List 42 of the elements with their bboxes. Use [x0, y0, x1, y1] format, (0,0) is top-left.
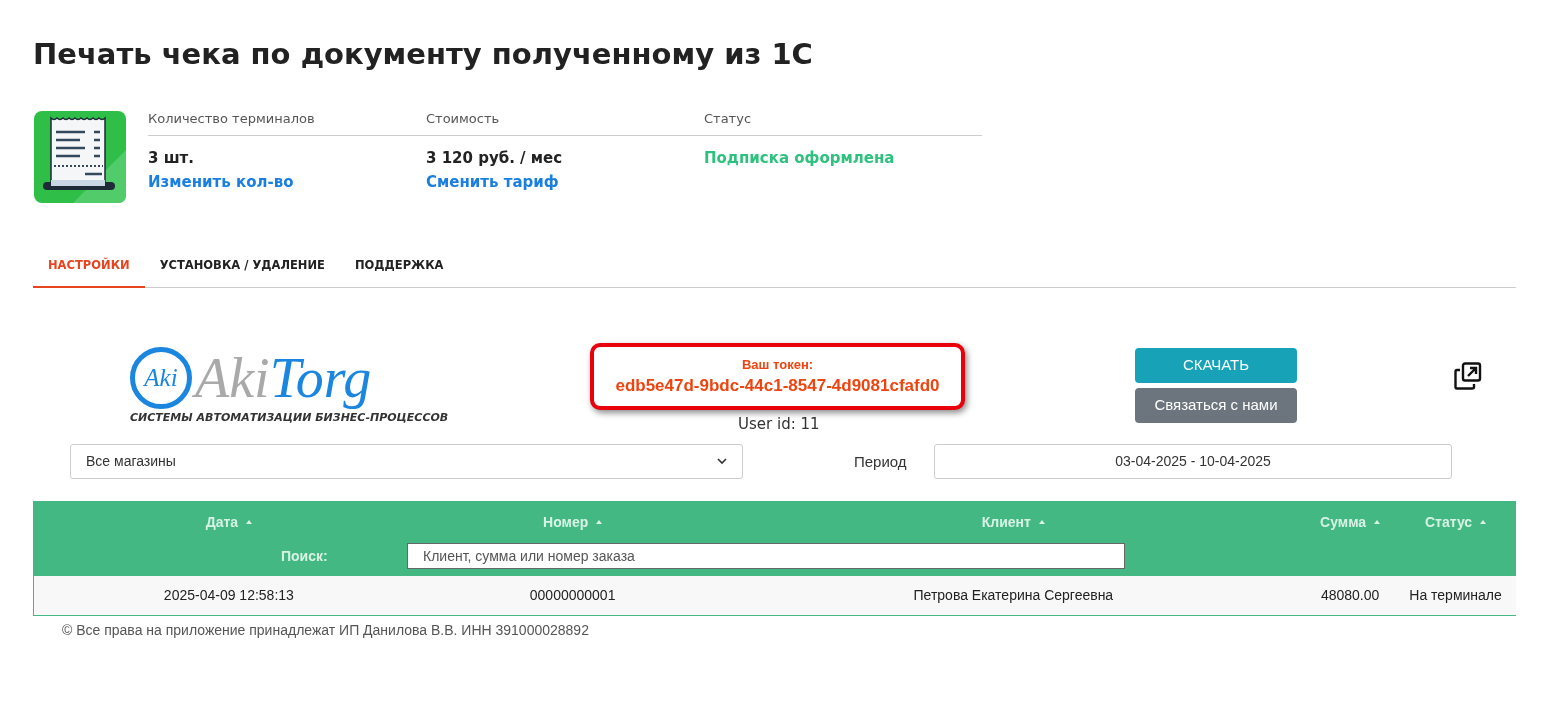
summary-value: 3 120 руб. / мес: [426, 148, 564, 169]
tab[interactable]: НАСТРОЙКИ: [33, 245, 145, 288]
change-link[interactable]: Сменить тариф: [426, 173, 559, 191]
search-field[interactable]: Клиент, сумма или номер заказа: [407, 543, 1125, 569]
column-header[interactable]: Клиент: [981, 511, 1031, 533]
company-logo: Aki AkiTorg СИСТЕМЫ АВТОМАТИЗАЦИИ БИЗНЕС-ПРОЦЕССОВ: [129, 346, 450, 426]
token-value: edb5e47d-9bdc-44c1-8547-4d9081cfafd0: [615, 374, 940, 397]
sort-icon[interactable]: [1038, 520, 1045, 524]
summary-label: Количество терминалов: [148, 108, 426, 136]
receipt-icon: [33, 110, 127, 204]
caret-icon: [717, 458, 727, 465]
period-label: Период: [854, 452, 907, 472]
external-window-icon[interactable]: [1454, 362, 1482, 390]
column-header[interactable]: Сумма: [1320, 511, 1367, 533]
token-label: Ваш токен:: [741, 355, 814, 374]
table-cell-text: 2025-04-09 12:58:13: [163, 586, 294, 605]
sort-icon[interactable]: [596, 520, 603, 524]
contact-button[interactable]: Связаться с нами: [1135, 388, 1297, 423]
table-cell-text: 00000000001: [529, 586, 616, 605]
download-button[interactable]: СКАЧАТЬ: [1135, 348, 1297, 383]
change-link[interactable]: Изменить кол-во: [148, 173, 294, 191]
table-cell-text: 48080.00: [1320, 586, 1380, 605]
copyright-text: © Все права на приложение принадлежат ИП Данилова В.В. ИНН 391000028892: [62, 621, 590, 640]
user-id: User id: 11: [738, 414, 820, 434]
sort-icon[interactable]: [246, 520, 253, 524]
search-label: Поиск:: [281, 546, 329, 566]
column-header[interactable]: Номер: [543, 511, 589, 533]
column-header[interactable]: Статус: [1424, 511, 1473, 533]
table-cell-text: На терминале: [1409, 586, 1502, 605]
summary-value: 3 шт.: [148, 148, 195, 169]
summary-label: Статус: [704, 108, 982, 136]
store-select[interactable]: Все магазины: [70, 444, 743, 479]
summary-label: Стоимость: [426, 108, 704, 136]
tab[interactable]: УСТАНОВКА / УДАЛЕНИЕ: [144, 245, 340, 288]
page-title: Печать чека по документу полученному из 1С: [33, 36, 814, 73]
date-range-field[interactable]: 03-04-2025 - 10-04-2025: [934, 444, 1452, 479]
subscription-status: Подписка оформлена: [704, 148, 896, 169]
column-header[interactable]: Дата: [205, 511, 239, 533]
sort-icon[interactable]: [1480, 520, 1487, 524]
table-cell-text: Петрова Екатерина Сергеевна: [913, 586, 1114, 605]
sort-icon[interactable]: [1374, 520, 1381, 524]
tab[interactable]: ПОДДЕРЖКА: [339, 245, 459, 288]
